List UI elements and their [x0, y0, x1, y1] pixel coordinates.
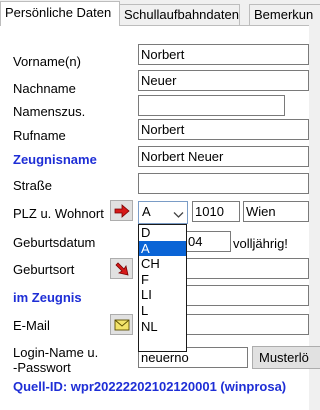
country-option[interactable]: NL [139, 319, 186, 335]
label-strasse: Straße [13, 178, 53, 193]
email-field[interactable] [185, 314, 309, 335]
arrow-right-icon [114, 204, 130, 218]
label-vorname: Vorname(n) [13, 54, 81, 69]
country-option[interactable]: F [139, 272, 186, 288]
label-rufname: Rufname [13, 128, 66, 143]
country-option[interactable]: LI [139, 287, 186, 303]
tab-schullaufbahndaten[interactable]: Schullaufbahndaten [119, 4, 240, 25]
country-dropdown-list: D A CH F LI L NL [138, 224, 187, 352]
zeugnisname-field[interactable]: Norbert Neuer [138, 146, 309, 167]
plz-field[interactable]: 1010 [192, 201, 240, 222]
namenszus-field[interactable] [138, 95, 285, 116]
label-zeugnisname: Zeugnisname [13, 152, 97, 167]
email-button[interactable] [110, 314, 133, 335]
geburtsort-lookup-button[interactable] [110, 258, 133, 279]
country-select-value: A [142, 204, 151, 219]
wohnort-field[interactable]: Wien [243, 201, 309, 222]
label-email: E-Mail [13, 318, 50, 333]
label-im-zeugnis: im Zeugnis [13, 290, 82, 305]
plz-lookup-button[interactable] [110, 200, 133, 221]
tab-bemerkungen[interactable]: Bemerkun [249, 4, 320, 25]
arrow-down-right-icon [115, 262, 129, 276]
label-geburtsort: Geburtsort [13, 262, 75, 277]
label-namenszus: Namenszus. [13, 104, 86, 119]
geburtsort-zeugnis-field[interactable] [185, 285, 309, 306]
quell-id: Quell-ID: wpr20222202102120001 (winprosa… [13, 379, 287, 394]
label-login-line2: -Passwort [13, 360, 71, 375]
label-plz-wohnort: PLZ u. Wohnort [13, 206, 104, 221]
geburtsdatum-field[interactable]: 04 [185, 231, 231, 252]
country-option-selected[interactable]: A [139, 240, 186, 257]
tab-persoenliche-daten[interactable]: Persönliche Daten [0, 1, 120, 26]
rufname-field[interactable]: Norbert [138, 119, 309, 140]
geburtsort-field[interactable] [185, 258, 309, 279]
country-option[interactable]: CH [139, 256, 186, 272]
label-login-line1: Login-Name u. [13, 345, 99, 360]
label-geburtsdatum: Geburtsdatum [13, 235, 96, 250]
country-select[interactable]: A [138, 201, 188, 224]
tab-bar: Schullaufbahndaten Bemerkun Persönliche … [0, 0, 320, 26]
country-option[interactable]: L [139, 303, 186, 319]
country-option[interactable]: D [139, 225, 186, 241]
chevron-down-icon [173, 207, 184, 222]
nachname-field[interactable]: Neuer [138, 70, 309, 91]
muster-button[interactable]: Musterlö [252, 346, 320, 369]
vorname-field[interactable]: Norbert [138, 44, 309, 65]
volljaehrig-label: volljährig! [233, 236, 288, 251]
label-nachname: Nachname [13, 81, 76, 96]
strasse-field[interactable] [138, 173, 309, 194]
envelope-icon [114, 319, 130, 331]
